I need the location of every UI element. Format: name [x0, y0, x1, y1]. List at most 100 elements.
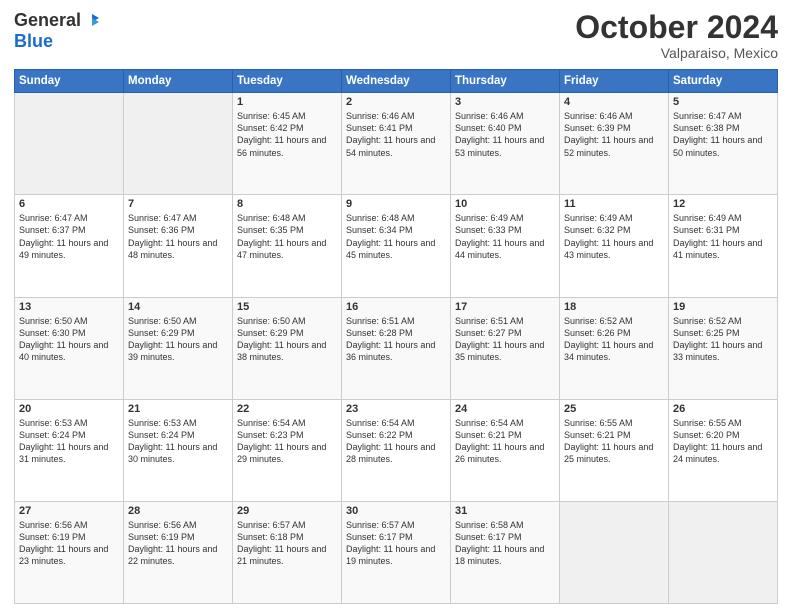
weekday-header-saturday: Saturday: [669, 70, 778, 93]
calendar-cell: 29 Sunrise: 6:57 AM Sunset: 6:18 PM Dayli…: [233, 501, 342, 603]
calendar-week-4: 20 Sunrise: 6:53 AM Sunset: 6:24 PM Dayli…: [15, 399, 778, 501]
calendar-header: SundayMondayTuesdayWednesdayThursdayFrid…: [15, 70, 778, 93]
weekday-header-tuesday: Tuesday: [233, 70, 342, 93]
calendar-cell: 25 Sunrise: 6:55 AM Sunset: 6:21 PM Dayli…: [560, 399, 669, 501]
day-number: 28: [128, 505, 228, 517]
day-info: Sunrise: 6:54 AM Sunset: 6:23 PM Dayligh…: [237, 417, 337, 466]
day-info: Sunrise: 6:55 AM Sunset: 6:21 PM Dayligh…: [564, 417, 664, 466]
calendar-cell: 16Sunrise: 6:51 AM Sunset: 6:28 PM Dayli…: [342, 297, 451, 399]
day-number: 9: [346, 198, 446, 210]
day-info: Sunrise: 6:54 AM Sunset: 6:21 PM Dayligh…: [455, 417, 555, 466]
day-info: Sunrise: 6:49 AM Sunset: 6:32 PM Dayligh…: [564, 212, 664, 261]
day-number: 17: [455, 301, 555, 313]
logo-flag-icon: [83, 12, 101, 30]
calendar-cell: 21 Sunrise: 6:53 AM Sunset: 6:24 PM Dayli…: [124, 399, 233, 501]
calendar-cell: 18 Sunrise: 6:52 AM Sunset: 6:26 PM Dayli…: [560, 297, 669, 399]
calendar-cell: 19 Sunrise: 6:52 AM Sunset: 6:25 PM Dayli…: [669, 297, 778, 399]
calendar-cell: 27Sunrise: 6:56 AM Sunset: 6:19 PM Dayli…: [15, 501, 124, 603]
day-info: Sunrise: 6:50 AM Sunset: 6:29 PM Dayligh…: [237, 315, 337, 364]
calendar-table: SundayMondayTuesdayWednesdayThursdayFrid…: [14, 69, 778, 604]
page: General Blue October 2024 Valparaiso, Me…: [0, 0, 792, 612]
calendar-cell: [15, 93, 124, 195]
day-number: 8: [237, 198, 337, 210]
calendar-cell: 3 Sunrise: 6:46 AM Sunset: 6:40 PM Daylig…: [451, 93, 560, 195]
day-number: 23: [346, 403, 446, 415]
day-number: 30: [346, 505, 446, 517]
calendar-cell: 20 Sunrise: 6:53 AM Sunset: 6:24 PM Dayli…: [15, 399, 124, 501]
day-number: 15: [237, 301, 337, 313]
calendar-cell: [124, 93, 233, 195]
day-info: Sunrise: 6:54 AM Sunset: 6:22 PM Dayligh…: [346, 417, 446, 466]
weekday-header-wednesday: Wednesday: [342, 70, 451, 93]
day-number: 24: [455, 403, 555, 415]
day-number: 6: [19, 198, 119, 210]
day-info: Sunrise: 6:50 AM Sunset: 6:30 PM Dayligh…: [19, 315, 119, 364]
calendar-week-2: 6Sunrise: 6:47 AM Sunset: 6:37 PM Daylig…: [15, 195, 778, 297]
calendar-week-1: 1Sunrise: 6:45 AM Sunset: 6:42 PM Daylig…: [15, 93, 778, 195]
calendar-cell: 26Sunrise: 6:55 AM Sunset: 6:20 PM Dayli…: [669, 399, 778, 501]
calendar-cell: 2Sunrise: 6:46 AM Sunset: 6:41 PM Daylig…: [342, 93, 451, 195]
calendar-cell: 31 Sunrise: 6:58 AM Sunset: 6:17 PM Dayli…: [451, 501, 560, 603]
day-info: Sunrise: 6:47 AM Sunset: 6:38 PM Dayligh…: [673, 110, 773, 159]
day-number: 20: [19, 403, 119, 415]
calendar-cell: 4Sunrise: 6:46 AM Sunset: 6:39 PM Daylig…: [560, 93, 669, 195]
day-info: Sunrise: 6:56 AM Sunset: 6:19 PM Dayligh…: [128, 519, 228, 568]
calendar-body: 1Sunrise: 6:45 AM Sunset: 6:42 PM Daylig…: [15, 93, 778, 604]
weekday-header-monday: Monday: [124, 70, 233, 93]
day-info: Sunrise: 6:58 AM Sunset: 6:17 PM Dayligh…: [455, 519, 555, 568]
day-info: Sunrise: 6:52 AM Sunset: 6:26 PM Dayligh…: [564, 315, 664, 364]
day-number: 12: [673, 198, 773, 210]
day-info: Sunrise: 6:46 AM Sunset: 6:40 PM Dayligh…: [455, 110, 555, 159]
day-info: Sunrise: 6:57 AM Sunset: 6:17 PM Dayligh…: [346, 519, 446, 568]
day-number: 13: [19, 301, 119, 313]
weekday-header-sunday: Sunday: [15, 70, 124, 93]
calendar-cell: 8 Sunrise: 6:48 AM Sunset: 6:35 PM Daylig…: [233, 195, 342, 297]
day-info: Sunrise: 6:53 AM Sunset: 6:24 PM Dayligh…: [128, 417, 228, 466]
day-number: 16: [346, 301, 446, 313]
month-title: October 2024: [575, 10, 778, 45]
day-number: 10: [455, 198, 555, 210]
calendar-cell: [560, 501, 669, 603]
calendar-cell: 12 Sunrise: 6:49 AM Sunset: 6:31 PM Dayli…: [669, 195, 778, 297]
day-info: Sunrise: 6:46 AM Sunset: 6:39 PM Dayligh…: [564, 110, 664, 159]
day-number: 25: [564, 403, 664, 415]
calendar-cell: 5Sunrise: 6:47 AM Sunset: 6:38 PM Daylig…: [669, 93, 778, 195]
day-number: 14: [128, 301, 228, 313]
logo: General Blue: [14, 10, 101, 52]
day-number: 19: [673, 301, 773, 313]
weekday-header-friday: Friday: [560, 70, 669, 93]
day-number: 21: [128, 403, 228, 415]
weekday-row: SundayMondayTuesdayWednesdayThursdayFrid…: [15, 70, 778, 93]
calendar-cell: 30 Sunrise: 6:57 AM Sunset: 6:17 PM Dayli…: [342, 501, 451, 603]
day-info: Sunrise: 6:51 AM Sunset: 6:27 PM Dayligh…: [455, 315, 555, 364]
calendar-cell: 7Sunrise: 6:47 AM Sunset: 6:36 PM Daylig…: [124, 195, 233, 297]
day-number: 7: [128, 198, 228, 210]
calendar-cell: 11 Sunrise: 6:49 AM Sunset: 6:32 PM Dayli…: [560, 195, 669, 297]
calendar-cell: 14 Sunrise: 6:50 AM Sunset: 6:29 PM Dayli…: [124, 297, 233, 399]
day-info: Sunrise: 6:48 AM Sunset: 6:35 PM Dayligh…: [237, 212, 337, 261]
day-number: 27: [19, 505, 119, 517]
day-info: Sunrise: 6:45 AM Sunset: 6:42 PM Dayligh…: [237, 110, 337, 159]
day-info: Sunrise: 6:49 AM Sunset: 6:31 PM Dayligh…: [673, 212, 773, 261]
day-number: 3: [455, 96, 555, 108]
title-block: October 2024 Valparaiso, Mexico: [575, 10, 778, 61]
day-info: Sunrise: 6:49 AM Sunset: 6:33 PM Dayligh…: [455, 212, 555, 261]
day-info: Sunrise: 6:50 AM Sunset: 6:29 PM Dayligh…: [128, 315, 228, 364]
calendar-cell: 24 Sunrise: 6:54 AM Sunset: 6:21 PM Dayli…: [451, 399, 560, 501]
calendar-cell: 22Sunrise: 6:54 AM Sunset: 6:23 PM Dayli…: [233, 399, 342, 501]
day-info: Sunrise: 6:57 AM Sunset: 6:18 PM Dayligh…: [237, 519, 337, 568]
day-number: 11: [564, 198, 664, 210]
day-info: Sunrise: 6:53 AM Sunset: 6:24 PM Dayligh…: [19, 417, 119, 466]
day-info: Sunrise: 6:48 AM Sunset: 6:34 PM Dayligh…: [346, 212, 446, 261]
calendar-cell: 15 Sunrise: 6:50 AM Sunset: 6:29 PM Dayli…: [233, 297, 342, 399]
day-number: 31: [455, 505, 555, 517]
calendar-cell: 6Sunrise: 6:47 AM Sunset: 6:37 PM Daylig…: [15, 195, 124, 297]
day-number: 2: [346, 96, 446, 108]
day-info: Sunrise: 6:52 AM Sunset: 6:25 PM Dayligh…: [673, 315, 773, 364]
calendar-week-5: 27 Sunrise: 6:56 AM Sunset: 6:19 PM Dayli…: [15, 501, 778, 603]
day-number: 18: [564, 301, 664, 313]
day-number: 26: [673, 403, 773, 415]
day-number: 29: [237, 505, 337, 517]
weekday-header-thursday: Thursday: [451, 70, 560, 93]
calendar-cell: 10 Sunrise: 6:49 AM Sunset: 6:33 PM Dayli…: [451, 195, 560, 297]
